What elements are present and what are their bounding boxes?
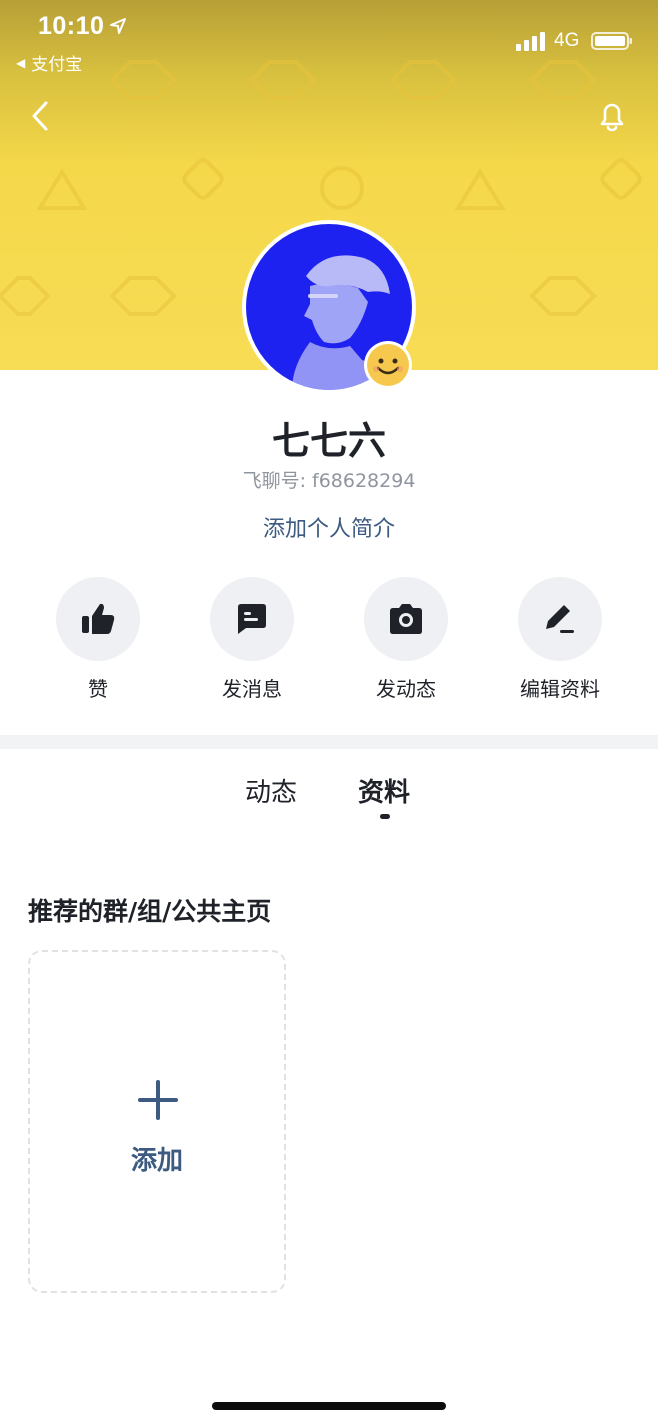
edit-profile-button[interactable]: 编辑资料: [500, 577, 620, 702]
active-tab-indicator: [380, 814, 390, 819]
profile-id: 飞聊号: f68628294: [242, 470, 416, 492]
message-circle: [210, 577, 294, 661]
tab-moments[interactable]: 动态: [245, 772, 297, 809]
post-moment-button[interactable]: 发动态: [346, 577, 466, 702]
like-label: 赞: [88, 677, 108, 701]
like-circle: [56, 577, 140, 661]
send-message-button[interactable]: 发消息: [192, 577, 312, 702]
back-triangle-icon: ◀: [16, 55, 26, 70]
post-moment-label: 发动态: [376, 677, 436, 701]
add-group-label: 添加: [130, 1146, 183, 1176]
back-app-label: 支付宝: [31, 55, 83, 75]
profile-name: 七七六: [271, 419, 386, 463]
camera-circle: [364, 577, 448, 661]
battery-icon: [591, 32, 632, 50]
recommended-groups-title: 推荐的群/组/公共主页: [28, 897, 272, 926]
status-bar: 10:10 ◀ 支付宝 4G: [0, 0, 658, 80]
edit-icon: [546, 605, 574, 633]
signal-icon: [516, 32, 545, 51]
location-arrow-icon: [110, 18, 126, 34]
section-divider: [0, 735, 658, 749]
send-message-label: 发消息: [222, 677, 282, 701]
camera-icon: [390, 604, 422, 634]
thumbs-up-icon: [82, 603, 115, 634]
tab-profile-info[interactable]: 资料: [358, 772, 410, 809]
home-indicator[interactable]: [212, 1402, 446, 1410]
like-button[interactable]: 赞: [38, 577, 158, 702]
back-to-app[interactable]: ◀ 支付宝: [16, 50, 82, 75]
add-group-card[interactable]: 添加: [28, 950, 286, 1293]
status-time: 10:10: [38, 12, 105, 40]
edit-profile-label: 编辑资料: [520, 677, 600, 701]
edit-circle: [518, 577, 602, 661]
bell-icon[interactable]: [594, 98, 630, 134]
network-type: 4G: [554, 30, 580, 51]
action-bar: 赞 发消息 发动态 编辑资料: [0, 577, 658, 707]
plus-icon: [138, 1080, 178, 1120]
back-arrow-icon[interactable]: [24, 98, 60, 134]
message-icon: [238, 604, 266, 634]
profile-tabs: 动态 资料: [0, 772, 658, 822]
add-bio-link[interactable]: 添加个人简介: [0, 511, 658, 543]
emoji-status-icon[interactable]: [364, 341, 412, 389]
